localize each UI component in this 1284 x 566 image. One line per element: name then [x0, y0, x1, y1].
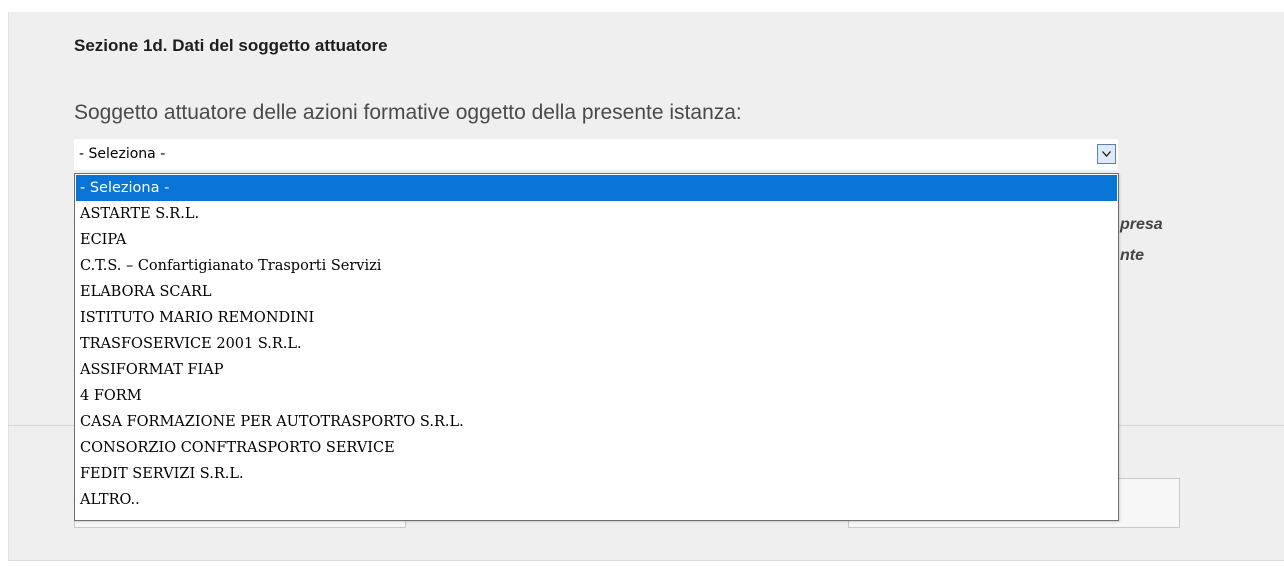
- select-current-value: - Seleziona -: [79, 146, 166, 162]
- background-text-fragment: nte: [1120, 247, 1144, 264]
- dropdown-option[interactable]: CASA FORMAZIONE PER AUTOTRASPORTO S.R.L.: [76, 409, 1117, 435]
- dropdown-option[interactable]: ISTITUTO MARIO REMONDINI: [76, 305, 1117, 331]
- field-label: Soggetto attuatore delle azioni formativ…: [74, 101, 742, 124]
- background-text-fragment: presa: [1120, 216, 1163, 233]
- dropdown-option[interactable]: ASSIFORMAT FIAP: [76, 357, 1117, 383]
- chevron-down-icon: [1102, 151, 1111, 157]
- dropdown-option[interactable]: ALTRO..: [76, 487, 1117, 513]
- dropdown-option[interactable]: TRASFOSERVICE 2001 S.R.L.: [76, 331, 1117, 357]
- section-title: Sezione 1d. Dati del soggetto attuatore: [74, 36, 388, 55]
- dropdown-option[interactable]: C.T.S. – Confartigianato Trasporti Servi…: [76, 253, 1117, 279]
- dropdown-option[interactable]: ELABORA SCARL: [76, 279, 1117, 305]
- dropdown-option[interactable]: - Seleziona -: [76, 175, 1117, 201]
- dropdown-option[interactable]: FEDIT SERVIZI S.R.L.: [76, 461, 1117, 487]
- dropdown-toggle-button[interactable]: [1097, 144, 1116, 164]
- dropdown-option[interactable]: 4 FORM: [76, 383, 1117, 409]
- dropdown-option[interactable]: ASTARTE S.R.L.: [76, 201, 1117, 227]
- dropdown-list[interactable]: - Seleziona - ASTARTE S.R.L. ECIPA C.T.S…: [74, 173, 1119, 521]
- dropdown-option[interactable]: CONSORZIO CONFTRASPORTO SERVICE: [76, 435, 1117, 461]
- dropdown-option[interactable]: ECIPA: [76, 227, 1117, 253]
- soggetto-attuatore-select[interactable]: - Seleziona -: [74, 139, 1118, 170]
